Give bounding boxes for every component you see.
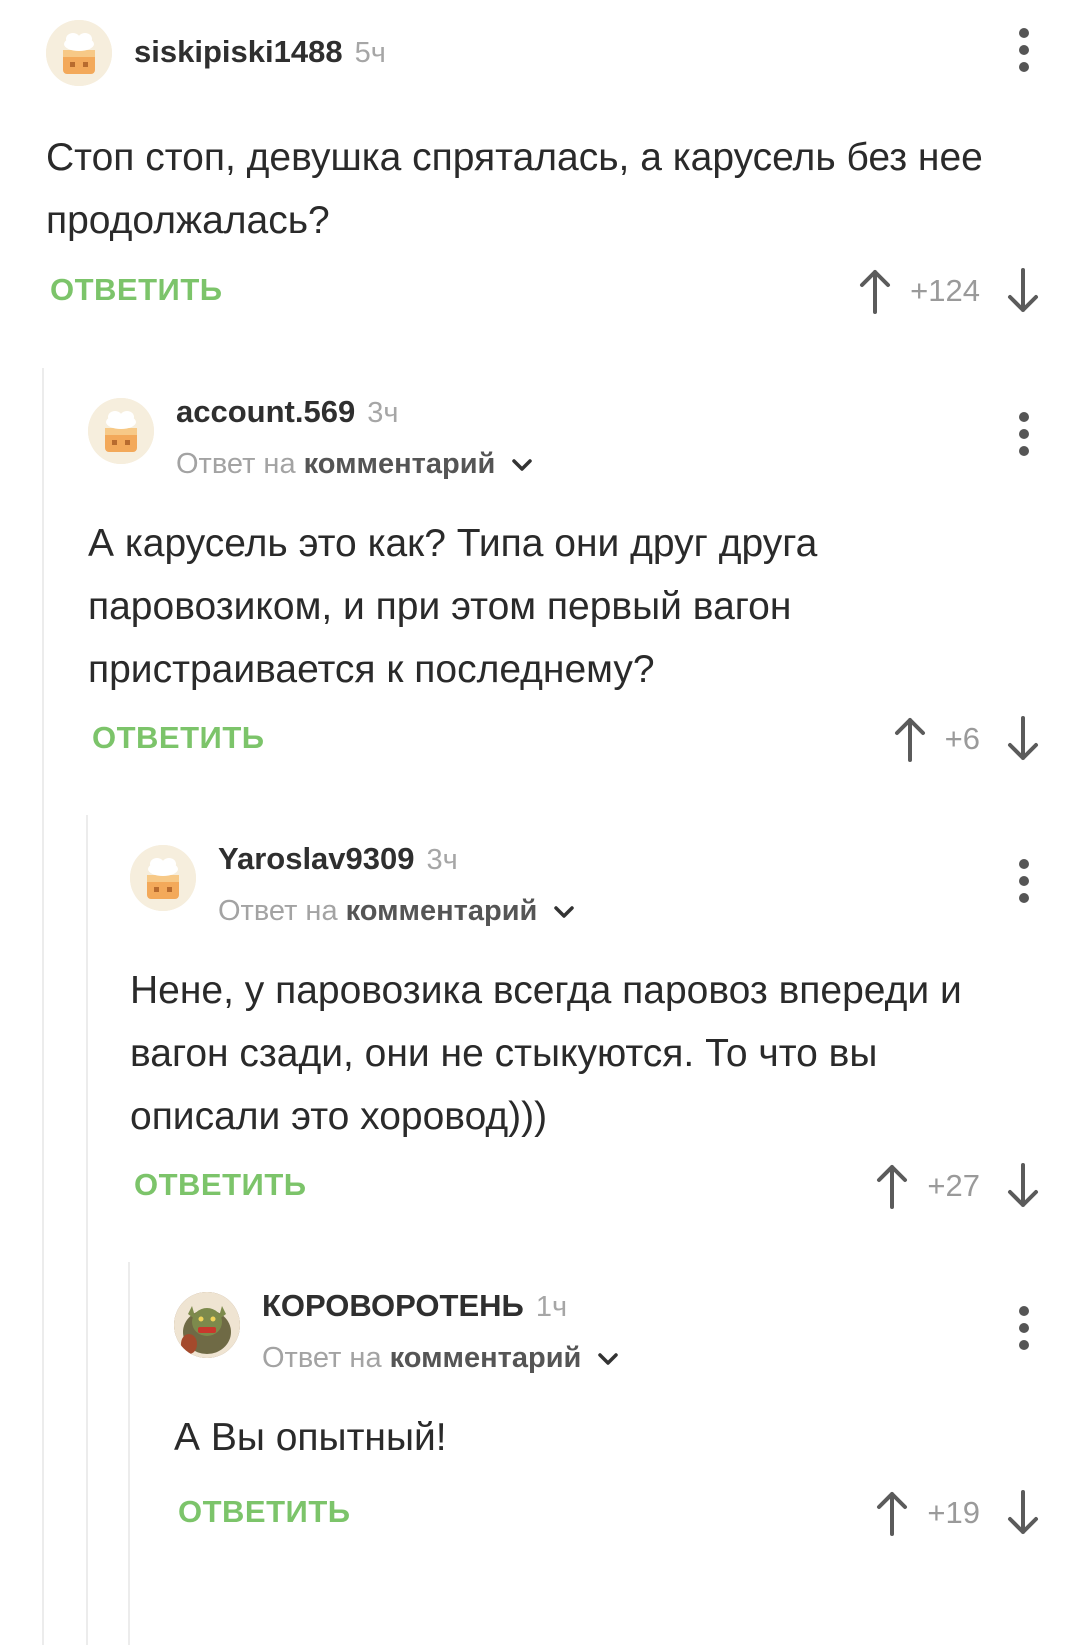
downvote-arrow-icon[interactable] — [1006, 1163, 1040, 1209]
more-options-icon[interactable] — [1014, 28, 1034, 76]
username[interactable]: Yaroslav9309 3ч — [218, 841, 458, 877]
thread-line-level-2 — [86, 815, 88, 1645]
comment-actions: ОТВЕТИТЬ +19 — [174, 1488, 1040, 1538]
avatar[interactable] — [130, 845, 196, 911]
more-options-icon[interactable] — [1014, 859, 1034, 907]
comment-text: А карусель это как? Типа они друг друга … — [88, 522, 818, 691]
comment-time: 1ч — [535, 1291, 568, 1323]
comment-text: А Вы опытный! — [174, 1416, 447, 1459]
comment-time: 3ч — [367, 397, 399, 429]
vote-count: +124 — [910, 273, 980, 308]
username[interactable]: account.569 3ч — [176, 394, 398, 430]
avatar[interactable] — [88, 398, 154, 464]
reply-button[interactable]: ОТВЕТИТЬ — [92, 720, 265, 756]
downvote-arrow-icon[interactable] — [1006, 268, 1040, 314]
reply-button[interactable]: ОТВЕТИТЬ — [178, 1494, 351, 1530]
more-options-icon[interactable] — [1014, 1306, 1034, 1354]
username[interactable]: КОРОВОРОТЕНЬ 1ч — [262, 1288, 567, 1324]
downvote-arrow-icon[interactable] — [1006, 1490, 1040, 1536]
comment-actions: ОТВЕТИТЬ +27 — [130, 1161, 1040, 1211]
vote-count: +27 — [927, 1168, 980, 1203]
reply-prefix: Ответ на — [176, 448, 296, 480]
more-options-icon[interactable] — [1014, 412, 1034, 460]
comment-time: 5ч — [354, 37, 386, 69]
avatar[interactable] — [174, 1292, 240, 1358]
goblin-avatar-icon — [174, 1292, 240, 1358]
reply-prefix: Ответ на — [262, 1342, 382, 1374]
comment: КОРОВОРОТЕНЬ 1ч Ответ на комментарий А Вы… — [174, 1288, 1080, 1622]
cake-avatar-icon — [88, 398, 154, 464]
comment-time: 3ч — [426, 844, 458, 876]
comment-text: Стоп стоп, девушка спряталась, а карусел… — [46, 136, 983, 242]
reply-button[interactable]: ОТВЕТИТЬ — [50, 272, 223, 308]
reply-link[interactable]: комментарий — [304, 448, 496, 480]
upvote-arrow-icon[interactable] — [875, 1163, 909, 1209]
chevron-down-icon[interactable] — [597, 1351, 619, 1367]
upvote-arrow-icon[interactable] — [858, 268, 892, 314]
vote-count: +6 — [944, 721, 980, 756]
downvote-arrow-icon[interactable] — [1006, 716, 1040, 762]
chevron-down-icon[interactable] — [511, 457, 533, 473]
vote-controls: +124 — [858, 266, 1040, 316]
reply-reference[interactable]: Ответ на комментарий — [176, 448, 533, 481]
comment-actions: ОТВЕТИТЬ +124 — [46, 266, 1040, 316]
username-text[interactable]: Yaroslav9309 — [218, 841, 415, 876]
username-text[interactable]: siskipiski1488 — [134, 34, 343, 69]
reply-button[interactable]: ОТВЕТИТЬ — [134, 1167, 307, 1203]
upvote-arrow-icon[interactable] — [893, 716, 927, 762]
thread-line-level-1 — [42, 368, 44, 1645]
chevron-down-icon[interactable] — [553, 904, 575, 920]
reply-reference[interactable]: Ответ на комментарий — [262, 1342, 619, 1375]
cake-avatar-icon — [46, 20, 112, 86]
avatar[interactable] — [46, 20, 112, 86]
username-text[interactable]: КОРОВОРОТЕНЬ — [262, 1288, 524, 1323]
reply-link[interactable]: комментарий — [390, 1342, 582, 1374]
comment: siskipiski1488 5ч Стоп стоп, девушка спря… — [46, 20, 1080, 340]
username[interactable]: siskipiski1488 5ч — [134, 34, 386, 70]
username-text[interactable]: account.569 — [176, 394, 355, 429]
upvote-arrow-icon[interactable] — [875, 1490, 909, 1536]
reply-link[interactable]: комментарий — [346, 895, 538, 927]
reply-prefix: Ответ на — [218, 895, 338, 927]
thread-line-level-3 — [128, 1262, 130, 1645]
cake-avatar-icon — [130, 845, 196, 911]
vote-controls: +19 — [875, 1488, 1040, 1538]
comment-text: Нене, у паровозика всегда паровоз вперед… — [130, 969, 962, 1138]
vote-controls: +27 — [875, 1161, 1040, 1211]
comment-actions: ОТВЕТИТЬ +6 — [88, 714, 1040, 764]
comment: account.569 3ч Ответ на комментарий А кар… — [88, 394, 1080, 778]
vote-controls: +6 — [893, 714, 1040, 764]
reply-reference[interactable]: Ответ на комментарий — [218, 895, 575, 928]
vote-count: +19 — [927, 1495, 980, 1530]
comment: Yaroslav9309 3ч Ответ на комментарий Нене… — [130, 841, 1080, 1225]
